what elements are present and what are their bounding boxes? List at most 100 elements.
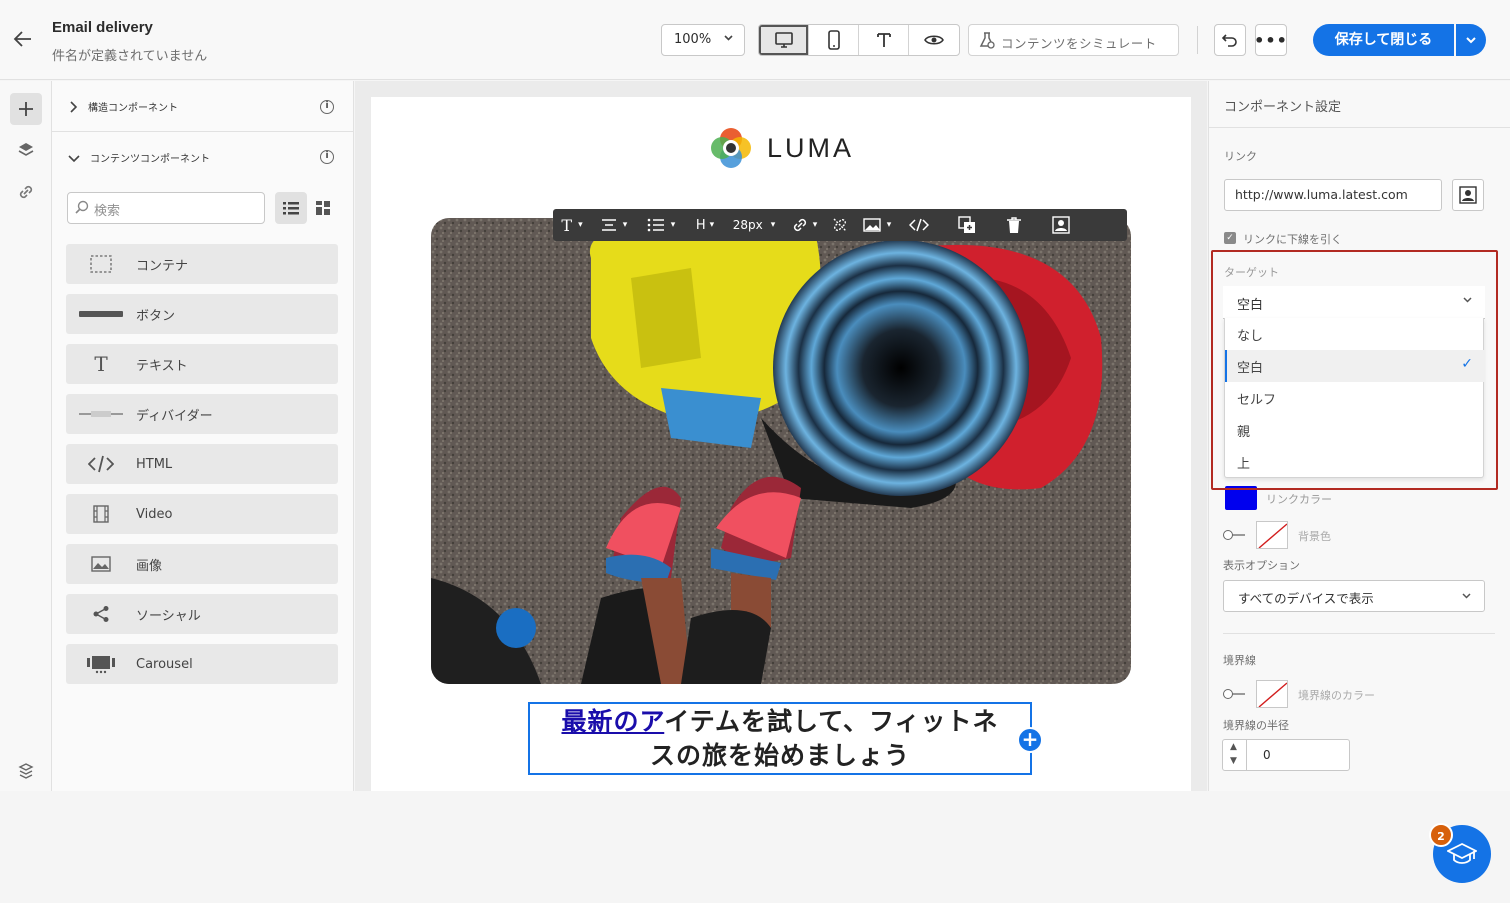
align-button[interactable]: ▾ [591, 209, 637, 241]
background-color-toggle[interactable] [1223, 530, 1247, 540]
top-bar: Email delivery 件名が定義されていません 100% コンテンツをシ… [0, 0, 1510, 80]
undo-button[interactable] [1214, 24, 1246, 56]
hero-image[interactable] [431, 218, 1131, 684]
stepper-arrows: ▲ ▼ [1223, 740, 1247, 770]
component-label: ボタン [136, 308, 176, 324]
desktop-view-button[interactable] [759, 25, 809, 55]
target-option-top[interactable]: 上 [1225, 446, 1485, 478]
brand-name: LUMA [767, 132, 855, 163]
personalize-button[interactable] [1033, 209, 1089, 241]
font-size-select[interactable]: 28px ▾ [725, 209, 783, 241]
more-options-button[interactable]: ••• [1254, 24, 1287, 56]
border-radius-stepper[interactable]: ▲ ▼ 0 [1222, 739, 1350, 771]
heading-button[interactable]: H ▾ [685, 209, 725, 241]
underline-link-checkbox[interactable]: ✓ [1224, 232, 1236, 244]
component-button[interactable]: ボタン [66, 294, 338, 334]
components-panel: 構造コンポーネント i コンテンツコンポーネント i 検索 コンテナ ボタン T… [52, 81, 354, 791]
component-image[interactable]: 画像 [66, 544, 338, 584]
chevron-down-icon: ▾ [886, 220, 892, 230]
links-tab[interactable] [10, 176, 42, 208]
zoom-select[interactable]: 100% [661, 24, 745, 56]
chevron-down-icon: ▾ [578, 220, 583, 230]
luma-logo[interactable]: LUMA [709, 126, 854, 170]
component-container[interactable]: コンテナ [66, 244, 338, 284]
chevron-right-icon [70, 100, 78, 113]
chevron-down-icon [1461, 589, 1472, 604]
info-icon[interactable]: i [320, 150, 334, 164]
component-carousel[interactable]: Carousel [66, 644, 338, 684]
grid-view-button[interactable] [307, 192, 339, 224]
section-divider [1223, 633, 1495, 634]
text-style-button[interactable]: T ▾ [553, 209, 591, 241]
chevron-up-icon[interactable]: ▲ [1230, 742, 1237, 752]
structure-components-accordion[interactable]: 構造コンポーネント [68, 99, 178, 114]
undo-icon [1221, 34, 1237, 47]
no-color-swatch[interactable] [1256, 521, 1288, 549]
search-placeholder: 検索 [94, 204, 121, 219]
zoom-value: 100% [674, 32, 712, 47]
delivery-subtitle: 件名が定義されていません [52, 49, 208, 64]
list-view-button[interactable] [275, 192, 307, 224]
preview-mode-toggle [758, 24, 960, 56]
link-button[interactable]: ▾ [783, 209, 825, 241]
headline-line-2: スの旅を始めましょう [649, 741, 910, 770]
chevron-down-icon[interactable]: ▼ [1230, 756, 1237, 766]
chevron-down-icon [1462, 294, 1473, 308]
left-rail [0, 81, 52, 791]
chevron-down-icon: ▾ [670, 220, 676, 230]
video-icon [66, 505, 136, 523]
chevron-down-icon [1466, 37, 1476, 44]
link-label: リンク [1224, 150, 1257, 163]
display-options-select[interactable]: すべてのデバイスで表示 [1223, 580, 1485, 612]
text-view-button[interactable] [859, 25, 909, 55]
headline-line-1: 最新のアイテムを試して、フィットネ [530, 705, 1030, 739]
target-option-none[interactable]: なし [1225, 318, 1485, 350]
grid-icon [316, 201, 330, 215]
image-icon [66, 556, 136, 572]
insert-image-button[interactable]: ▾ [855, 209, 899, 241]
personalization-icon [1052, 216, 1070, 234]
code-icon [909, 218, 929, 232]
border-color-toggle[interactable] [1223, 689, 1247, 699]
source-code-button[interactable] [899, 209, 939, 241]
component-html[interactable]: HTML [66, 444, 338, 484]
component-video[interactable]: Video [66, 494, 338, 534]
component-search-input[interactable]: 検索 [67, 192, 265, 224]
graduation-cap-icon [1447, 842, 1477, 864]
duplicate-button[interactable] [939, 209, 995, 241]
target-option-parent[interactable]: 親 [1225, 414, 1485, 446]
component-social[interactable]: ソーシャル [66, 594, 338, 634]
target-option-blank[interactable]: 空白 ✓ [1225, 350, 1485, 382]
layers-tab[interactable] [10, 134, 42, 166]
carousel-icon [66, 654, 136, 674]
add-block-plus-icon[interactable]: + [1017, 727, 1043, 753]
component-divider[interactable]: ディバイダー [66, 394, 338, 434]
unlink-button[interactable] [825, 209, 855, 241]
content-components-accordion[interactable]: コンテンツコンポーネント [68, 150, 210, 165]
headline-link[interactable]: 最新のア [561, 707, 664, 736]
toolbar-divider [1197, 26, 1198, 54]
target-option-self[interactable]: セルフ [1225, 382, 1485, 414]
preview-button[interactable] [909, 25, 959, 55]
link-url-input[interactable]: http://www.luma.latest.com [1224, 179, 1442, 211]
link-icon [793, 218, 806, 232]
link-personalize-button[interactable] [1452, 179, 1484, 211]
settings-tab[interactable] [10, 755, 42, 787]
save-options-dropdown[interactable] [1456, 24, 1486, 56]
mobile-view-button[interactable] [809, 25, 859, 55]
display-options-label: 表示オプション [1223, 559, 1300, 572]
chevron-down-icon [723, 32, 734, 46]
target-select[interactable]: 空白 [1223, 286, 1485, 319]
save-and-close-button[interactable]: 保存して閉じる [1313, 24, 1454, 56]
back-arrow-icon[interactable] [12, 28, 38, 52]
simulate-content-button[interactable]: コンテンツをシミュレート [968, 24, 1179, 56]
delete-button[interactable] [995, 209, 1033, 241]
list-button[interactable]: ▾ [637, 209, 685, 241]
headline-text-block[interactable]: 最新のアイテムを試して、フィットネ スの旅を始めましょう [528, 702, 1032, 775]
chevron-down-icon: ▾ [709, 220, 715, 230]
info-icon[interactable]: i [320, 100, 334, 114]
component-text[interactable]: T テキスト [66, 344, 338, 384]
search-icon [75, 200, 89, 218]
add-components-tab[interactable] [10, 93, 42, 125]
no-color-swatch[interactable] [1256, 680, 1288, 708]
